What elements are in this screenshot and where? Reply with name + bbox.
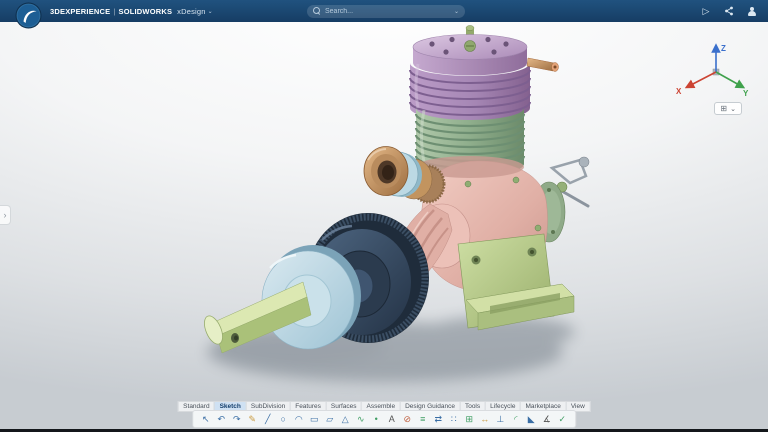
search-icon	[313, 7, 321, 15]
app-name[interactable]: xDesign	[177, 7, 206, 16]
redo-icon[interactable]: ↷	[230, 413, 243, 426]
slot-icon[interactable]: ▱	[323, 413, 336, 426]
trim-icon[interactable]: ⊘	[401, 413, 414, 426]
rectangle-icon[interactable]: ▭	[308, 413, 321, 426]
view-options-dropdown[interactable]: ⊞ ⌄	[714, 102, 742, 115]
text-icon[interactable]: A	[385, 413, 398, 426]
dimension-icon[interactable]: ↔	[478, 413, 491, 426]
line-icon[interactable]: ╱	[261, 413, 274, 426]
engine-model-viewport[interactable]	[0, 0, 768, 432]
triad-z-label: Z	[721, 44, 726, 53]
play-icon[interactable]: ▷	[700, 5, 712, 17]
search-input[interactable]	[325, 8, 450, 15]
undo-icon[interactable]: ↶	[215, 413, 228, 426]
offset-icon[interactable]: ≡	[416, 413, 429, 426]
chamfer-icon[interactable]: ◣	[525, 413, 538, 426]
triad-x-label: X	[676, 87, 682, 96]
brand-separator: |	[113, 7, 115, 16]
app-chevron-down-icon[interactable]: ⌄	[208, 8, 213, 15]
spline-icon[interactable]: ∿	[354, 413, 367, 426]
search-chevron-down-icon[interactable]: ⌄	[454, 8, 459, 15]
orientation-triad[interactable]: Z X Y	[672, 36, 754, 100]
constraint-icon[interactable]: ⊥	[494, 413, 507, 426]
topbar-right-icons: ▷	[700, 0, 758, 22]
view-chevron-down-icon: ⌄	[730, 105, 736, 113]
user-icon[interactable]	[746, 5, 758, 17]
fillet-icon[interactable]: ◜	[509, 413, 522, 426]
app-title: 3DEXPERIENCE | SOLIDWORKS xDesign ⌄	[50, 0, 213, 22]
brand-3dexperience: 3DEXPERIENCE	[50, 7, 110, 16]
triad-y-label: Y	[743, 89, 749, 98]
triad-x-axis[interactable]	[689, 72, 716, 86]
exit-sketch-icon[interactable]: ✓	[556, 413, 569, 426]
search-bar[interactable]: ⌄	[307, 5, 465, 18]
point-icon[interactable]: •	[370, 413, 383, 426]
pattern-icon[interactable]: ∷	[447, 413, 460, 426]
convert-entities-icon[interactable]: ⊞	[463, 413, 476, 426]
triad-y-axis[interactable]	[716, 72, 741, 86]
mirror-icon[interactable]: ⇄	[432, 413, 445, 426]
share-icon[interactable]	[723, 5, 735, 17]
fuel-nipple-part[interactable]	[527, 58, 559, 72]
arc-icon[interactable]: ◠	[292, 413, 305, 426]
engine-mount-part[interactable]	[458, 234, 574, 330]
view-grid-icon: ⊞	[720, 104, 727, 113]
panel-expand-arrow[interactable]: ›	[0, 205, 11, 225]
circle-icon[interactable]: ○	[277, 413, 290, 426]
measure-icon[interactable]: ∡	[540, 413, 553, 426]
3dexperience-compass-logo[interactable]	[15, 2, 42, 29]
select-icon[interactable]: ↖	[199, 413, 212, 426]
sketch-icon[interactable]: ✎	[246, 413, 259, 426]
bottom-toolbar: ↖↶↷✎╱○◠▭▱△∿•A⊘≡⇄∷⊞↔⊥◜◣∡✓	[192, 410, 576, 428]
cylinder-head-part[interactable]	[410, 26, 530, 122]
polygon-icon[interactable]: △	[339, 413, 352, 426]
brand-solidworks: SOLIDWORKS	[119, 7, 173, 16]
